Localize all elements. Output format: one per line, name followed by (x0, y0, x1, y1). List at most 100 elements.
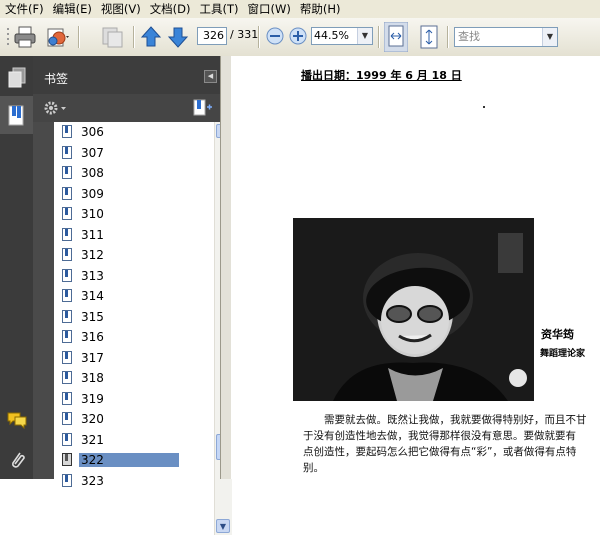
toolbar-grip-icon (7, 28, 9, 45)
person-name: 资华筠 (541, 328, 574, 341)
bookmark-icon (62, 166, 72, 179)
menu-view[interactable]: 视图(V) (96, 1, 141, 17)
toolbar-separator (378, 26, 379, 48)
bookmark-label: 313 (81, 268, 104, 283)
menu-file[interactable]: 文件(F) (0, 1, 44, 17)
menu-help[interactable]: 帮助(H) (295, 1, 341, 17)
scroll-down-icon[interactable]: ▼ (216, 519, 230, 533)
current-page-input[interactable]: 326 (197, 27, 227, 45)
bookmark-label: 306 (81, 125, 104, 139)
attachments-icon[interactable] (8, 449, 26, 471)
panel-splitter[interactable] (220, 56, 231, 479)
panel-title: 书签 (44, 72, 69, 86)
zoom-out-icon[interactable] (266, 27, 284, 45)
previous-page-icon[interactable] (140, 25, 162, 49)
new-bookmark-icon[interactable] (193, 99, 213, 117)
bookmark-item[interactable]: 314 (54, 286, 214, 307)
bookmark-label: 320 (81, 412, 104, 426)
bookmark-item[interactable]: 323 (54, 471, 214, 492)
bookmark-item[interactable]: 306 (54, 122, 214, 143)
text-line: 需要就去做。既然让我做，我就要做得特别好，而且不甘 (324, 414, 587, 426)
bookmark-item[interactable]: 318 (54, 368, 214, 389)
bookmark-item[interactable]: 315 (54, 307, 214, 328)
bookmark-item[interactable]: 309 (54, 184, 214, 205)
interview-text: 需要就去做。既然让我做，我就要做得特别好，而且不甘 于没有创造性地去做，我觉得那… (303, 412, 593, 476)
navigation-strip (0, 56, 33, 479)
pages-icon[interactable] (8, 67, 26, 89)
toolbar-separator (78, 26, 79, 48)
bookmark-item[interactable]: 321 (54, 430, 214, 451)
options-gear-icon[interactable] (43, 100, 73, 116)
speck (483, 106, 485, 108)
bookmark-label: 318 (81, 371, 104, 385)
bookmarks-icon (8, 105, 24, 126)
chevron-down-icon[interactable]: ▼ (357, 28, 372, 44)
bookmark-label: 315 (81, 309, 104, 324)
bookmark-item[interactable]: 308 (54, 163, 214, 184)
bookmark-icon (62, 248, 72, 261)
email-share-icon[interactable] (45, 25, 71, 49)
bookmark-icon (62, 125, 72, 138)
menu-bar: 文件(F) 编辑(E) 视图(V) 文档(D) 工具(T) 窗口(W) 帮助(H… (0, 0, 600, 18)
bookmark-icon (62, 453, 72, 466)
panel-header: 书签 ◀ (33, 56, 220, 94)
bookmark-item[interactable]: 313 (54, 266, 214, 287)
bookmark-icon (62, 145, 72, 159)
chevron-down-icon[interactable]: ▼ (542, 28, 557, 46)
next-page-icon[interactable] (167, 25, 189, 49)
fit-page-icon[interactable] (418, 24, 440, 50)
menu-window[interactable]: 窗口(W) (243, 1, 291, 17)
bookmarks-panel: 书签 ◀ 323 322 321 320 319 318 317 316 315 314 313 31… (33, 56, 235, 535)
bookmark-label: 322 (79, 453, 179, 467)
bookmark-item[interactable]: 317 (54, 348, 214, 369)
bookmark-item[interactable]: 310 (54, 204, 214, 225)
text-line: 别。 (303, 462, 324, 474)
bookmark-label: 323 (81, 473, 104, 488)
bookmark-list: 323 322 321 320 319 318 317 316 315 314 313 312 311 3… (54, 122, 235, 535)
bookmark-icon (62, 473, 72, 487)
bookmark-label: 310 (81, 207, 104, 221)
bookmark-icon (62, 391, 72, 405)
portrait-image (293, 218, 534, 401)
search-input[interactable]: 查找 ▼ (454, 27, 558, 47)
toolbar-separator (447, 26, 448, 48)
text-line: 于没有创造性地去做，我觉得那样很没有意思。要做就要有 (303, 430, 576, 442)
bookmarks-tab-active[interactable] (0, 96, 33, 134)
person-role: 舞蹈理论家 (540, 349, 586, 359)
zoom-in-icon[interactable] (289, 27, 307, 45)
bookmark-label: 312 (81, 248, 104, 262)
comments-icon[interactable] (7, 411, 27, 429)
fit-width-icon[interactable] (384, 22, 408, 52)
bookmark-item[interactable]: 316 (54, 327, 214, 348)
zoom-select[interactable]: 44.5% ▼ (311, 27, 373, 45)
menu-tools[interactable]: 工具(T) (195, 1, 239, 17)
bookmark-label: 316 (81, 330, 104, 344)
bookmark-item[interactable]: 311 (54, 225, 214, 246)
document-view: 播出日期：1999 年 6 月 18 日 资华筠 舞蹈理论家 需要就去做。既然让… (231, 56, 600, 479)
bookmark-label: 321 (81, 432, 104, 447)
bookmark-item[interactable]: 322 (54, 450, 214, 471)
collapse-panel-icon[interactable]: ◀ (204, 70, 217, 83)
bookmark-label: 317 (81, 350, 104, 365)
bookmark-label: 308 (81, 166, 104, 180)
print-icon[interactable] (13, 25, 37, 49)
toolbar: 326 / 331 44.5% ▼ 查找 ▼ (0, 18, 600, 57)
bookmark-icon (62, 207, 72, 220)
toolbar-separator (133, 26, 134, 48)
bookmark-item[interactable]: 320 (54, 409, 214, 430)
bookmark-label: 314 (81, 289, 104, 303)
bookmark-label: 319 (81, 391, 104, 406)
bookmark-icon (62, 186, 72, 200)
menu-document[interactable]: 文档(D) (145, 1, 191, 17)
portrait-photo (293, 218, 534, 401)
bookmark-item[interactable]: 319 (54, 389, 214, 410)
hand-tool-icon[interactable] (100, 25, 126, 49)
search-placeholder: 查找 (458, 30, 480, 43)
panel-toolbar (33, 94, 220, 122)
menu-edit[interactable]: 编辑(E) (48, 1, 92, 17)
bookmark-icon (62, 432, 72, 446)
bookmark-icon (62, 330, 72, 343)
bookmark-item[interactable]: 312 (54, 245, 214, 266)
bookmark-icon (62, 412, 72, 425)
bookmark-item[interactable]: 307 (54, 143, 214, 164)
